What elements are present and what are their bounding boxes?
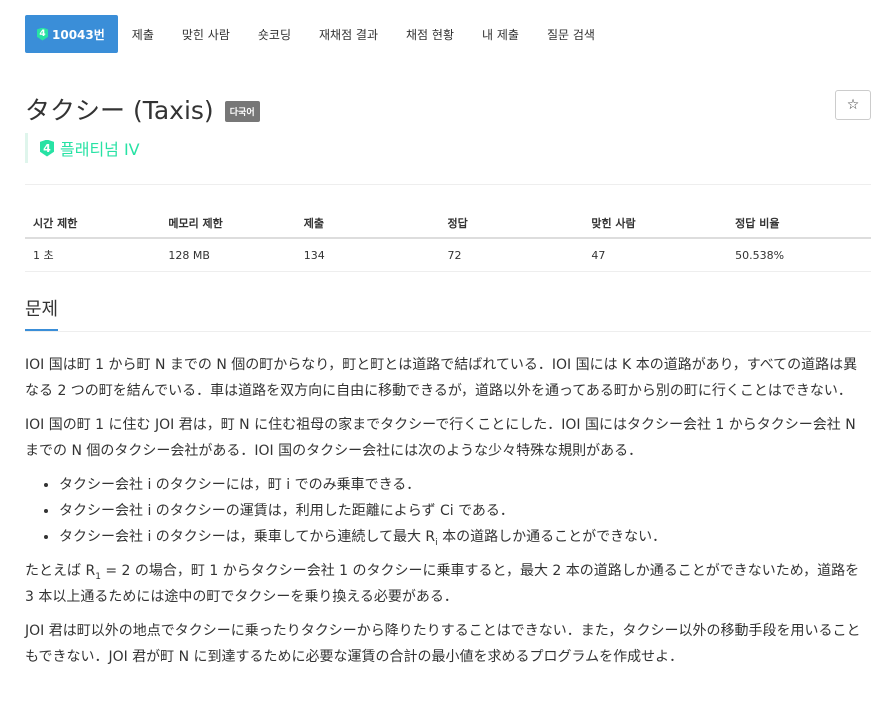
tab-judge-status[interactable]: 채점 현황 (392, 15, 468, 53)
tab-my-submissions[interactable]: 내 제출 (468, 15, 533, 53)
submissions-value: 134 (295, 238, 440, 272)
description-paragraph: JOI 君は町以外の地点でタクシーに乗ったりタクシーから降りたりすることはできな… (25, 623, 861, 665)
divider (25, 184, 871, 185)
list-item: タクシー会社 i のタクシーには，町 i でのみ乗車できる． (59, 472, 871, 498)
list-item: タクシー会社 i のタクシーは，乗車してから連続して最大 Ri 本の道路しか通る… (59, 524, 871, 550)
solved-users-value: 47 (583, 238, 728, 272)
tab-rejudge-results[interactable]: 재채점 결과 (305, 15, 392, 53)
problem-page: 4 10043번 제출 맞힌 사람 숏코딩 재채점 결과 채점 현황 내 제출 … (25, 15, 871, 678)
problem-info-table: 시간 제한 메모리 제한 제출 정답 맞힌 사람 정답 비율 1 초 128 M… (25, 209, 871, 272)
problem-description: IOI 国は町 1 から町 N までの N 個の町からなり，町と町とは道路で結ば… (25, 352, 871, 670)
table-row: 1 초 128 MB 134 72 47 50.538% (25, 238, 871, 272)
time-limit-value: 1 초 (25, 238, 161, 272)
tier-icon: 4 (37, 27, 48, 41)
problem-tier[interactable]: 4 플래티넘 IV (25, 133, 871, 163)
header-memory-limit: 메모리 제한 (160, 209, 296, 239)
tab-problem[interactable]: 4 10043번 (25, 15, 118, 53)
description-paragraph: たとえば R1 = 2 の場合，町 1 からタクシー会社 1 のタクシーに乗車す… (25, 558, 871, 610)
list-item: タクシー会社 i のタクシーの運賃は，利用した距離によらず Ci である． (59, 498, 871, 524)
header-submissions: 제출 (295, 209, 440, 239)
tab-submit[interactable]: 제출 (118, 15, 168, 53)
memory-limit-value: 128 MB (160, 238, 296, 272)
accept-ratio-value: 50.538% (727, 238, 871, 272)
problem-tabs: 4 10043번 제출 맞힌 사람 숏코딩 재채점 결과 채점 현황 내 제출 … (25, 15, 871, 53)
list-text: 本の道路しか通ることができない． (437, 529, 667, 545)
list-text: タクシー会社 i のタクシーは，乗車してから連続して最大 R (59, 529, 436, 545)
rules-list: タクシー会社 i のタクシーには，町 i でのみ乗車できる． タクシー会社 i … (25, 472, 871, 550)
star-icon: ☆ (846, 97, 860, 113)
section-title: 문제 (25, 299, 59, 331)
problem-title: タクシー (Taxis) (25, 96, 214, 125)
table-header-row: 시간 제한 메모리 제한 제출 정답 맞힌 사람 정답 비율 (25, 209, 871, 239)
header-time-limit: 시간 제한 (25, 209, 161, 239)
header-accept-ratio: 정답 비율 (727, 209, 871, 239)
favorite-button[interactable]: ☆ (835, 90, 871, 120)
tab-label: 10043번 (52, 27, 105, 42)
problem-section-header: 문제 (25, 299, 871, 332)
paragraph-text: = 2 の場合，町 1 からタクシー会社 1 のタクシーに乗車すると，最大 2 … (25, 563, 860, 605)
header-accepted: 정답 (439, 209, 584, 239)
paragraph-text: たとえば R (25, 563, 96, 579)
title-row: タクシー (Taxis) 다국어 ☆ (25, 90, 871, 125)
header-solved-users: 맞힌 사람 (583, 209, 728, 239)
description-paragraph: IOI 国の町 1 に住む JOI 君は，町 N に住む祖母の家までタクシーで行… (25, 417, 856, 459)
accepted-value: 72 (439, 238, 584, 272)
tab-short-coding[interactable]: 숏코딩 (244, 15, 305, 53)
tab-solved-users[interactable]: 맞힌 사람 (168, 15, 244, 53)
tier-label: 플래티넘 IV (60, 140, 140, 159)
tier-icon: 4 (40, 139, 54, 157)
description-paragraph: IOI 国は町 1 から町 N までの N 個の町からなり，町と町とは道路で結ば… (25, 357, 858, 399)
tab-question-search[interactable]: 질문 검색 (533, 15, 609, 53)
language-badge: 다국어 (224, 100, 260, 122)
